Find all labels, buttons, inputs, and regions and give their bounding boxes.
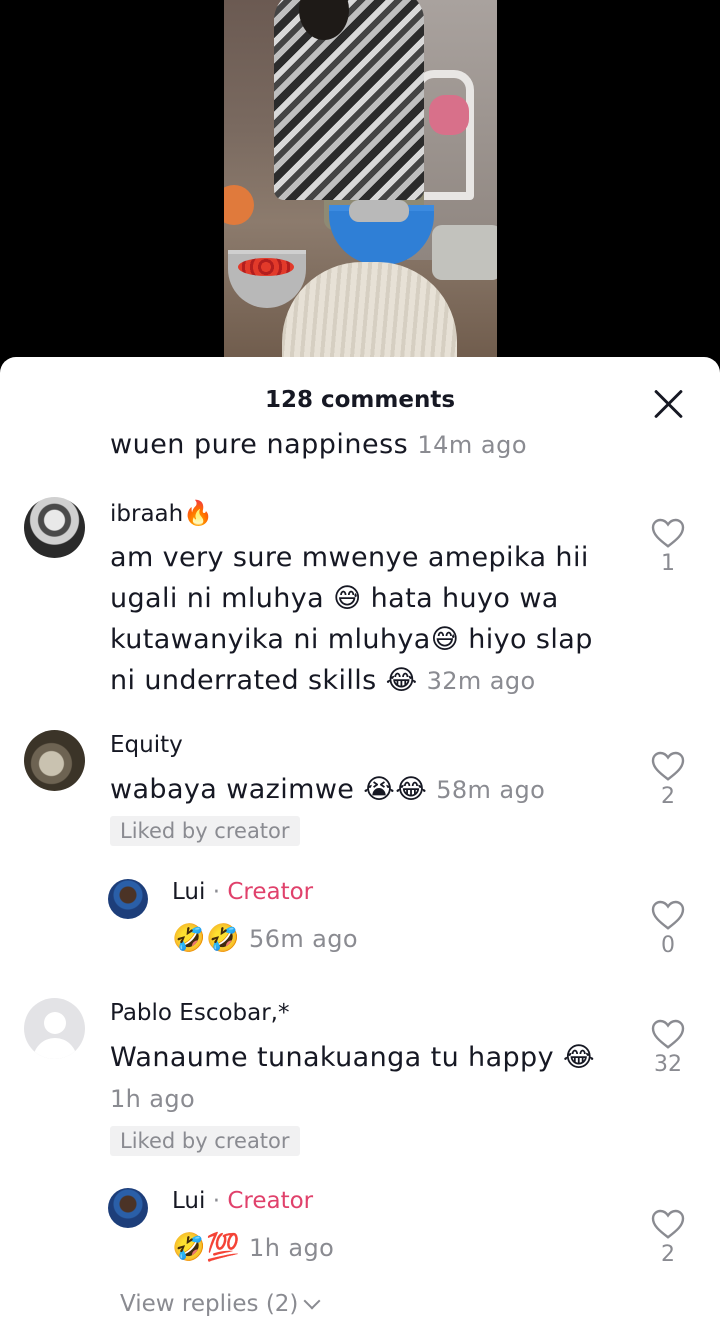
comments-sheet: 128 comments wuen pure nappiness 14m ago… <box>0 357 720 1340</box>
heart-icon[interactable] <box>650 897 686 931</box>
default-avatar-icon[interactable] <box>24 998 85 1059</box>
video-pot <box>432 225 497 280</box>
video-foil <box>349 200 409 222</box>
comment-time: 1h ago <box>249 1234 335 1262</box>
comment-text: wabaya wazimwe 😭😂 58m ago <box>110 774 546 805</box>
comment-time: 58m ago <box>436 776 546 804</box>
comments-header: 128 comments <box>0 357 720 437</box>
comment-text: 🤣💯 1h ago <box>172 1232 335 1263</box>
video-person-head <box>299 0 349 40</box>
comment-text: Wanaume tunakuanga tu happy 😂 1h ago <box>110 1042 595 1113</box>
comment-username[interactable]: Equity <box>110 732 183 758</box>
like-button[interactable]: 0 <box>640 897 696 958</box>
comment-username[interactable]: Lui · Creator <box>172 879 313 905</box>
comment-count: 128 comments <box>264 387 456 413</box>
like-button[interactable]: 2 <box>640 748 696 809</box>
partial-comment: wuen pure nappiness 14m ago <box>110 429 527 459</box>
comment-time: 32m ago <box>426 667 536 695</box>
chevron-down-icon <box>303 1292 321 1310</box>
avatar[interactable] <box>108 879 148 919</box>
like-count: 0 <box>661 933 675 958</box>
comment-text: am very sure mwenye amepika hii ugali ni… <box>110 542 593 696</box>
comment-text: 🤣🤣 56m ago <box>172 923 359 954</box>
partial-comment-time: 14m ago <box>417 431 528 459</box>
fire-emoji: 🔥 <box>183 499 214 527</box>
comment-username[interactable]: ibraah🔥 <box>110 499 213 527</box>
heart-icon[interactable] <box>650 515 686 549</box>
comment-username[interactable]: Lui · Creator <box>172 1188 313 1214</box>
video-frame <box>224 0 497 370</box>
creator-tag: Creator <box>227 1188 314 1214</box>
like-count: 32 <box>654 1052 682 1077</box>
video-person <box>274 0 424 200</box>
view-replies-button[interactable]: View replies (2) <box>120 1291 321 1317</box>
video-player[interactable] <box>0 0 720 370</box>
video-tomatoes <box>238 258 294 276</box>
comment-username[interactable]: Pablo Escobar,* <box>110 1000 290 1026</box>
partial-comment-text: wuen pure nappiness <box>110 429 409 459</box>
video-ugali <box>282 262 457 370</box>
heart-icon[interactable] <box>650 1206 686 1240</box>
like-count: 1 <box>661 551 675 576</box>
liked-by-creator-badge: Liked by creator <box>110 816 300 846</box>
like-count: 2 <box>661 1242 675 1267</box>
like-button[interactable]: 1 <box>640 515 696 576</box>
comment-time: 56m ago <box>249 925 359 953</box>
like-button[interactable]: 32 <box>640 1016 696 1077</box>
close-icon[interactable] <box>652 387 686 421</box>
like-count: 2 <box>661 784 675 809</box>
like-button[interactable]: 2 <box>640 1206 696 1267</box>
liked-by-creator-badge: Liked by creator <box>110 1126 300 1156</box>
video-orange-bowl <box>224 185 254 225</box>
avatar[interactable] <box>24 497 85 558</box>
heart-icon[interactable] <box>650 748 686 782</box>
avatar[interactable] <box>24 730 85 791</box>
video-cloth <box>429 95 469 135</box>
creator-tag: Creator <box>227 879 314 905</box>
heart-icon[interactable] <box>650 1016 686 1050</box>
avatar[interactable] <box>108 1188 148 1228</box>
comment-time: 1h ago <box>110 1085 196 1113</box>
